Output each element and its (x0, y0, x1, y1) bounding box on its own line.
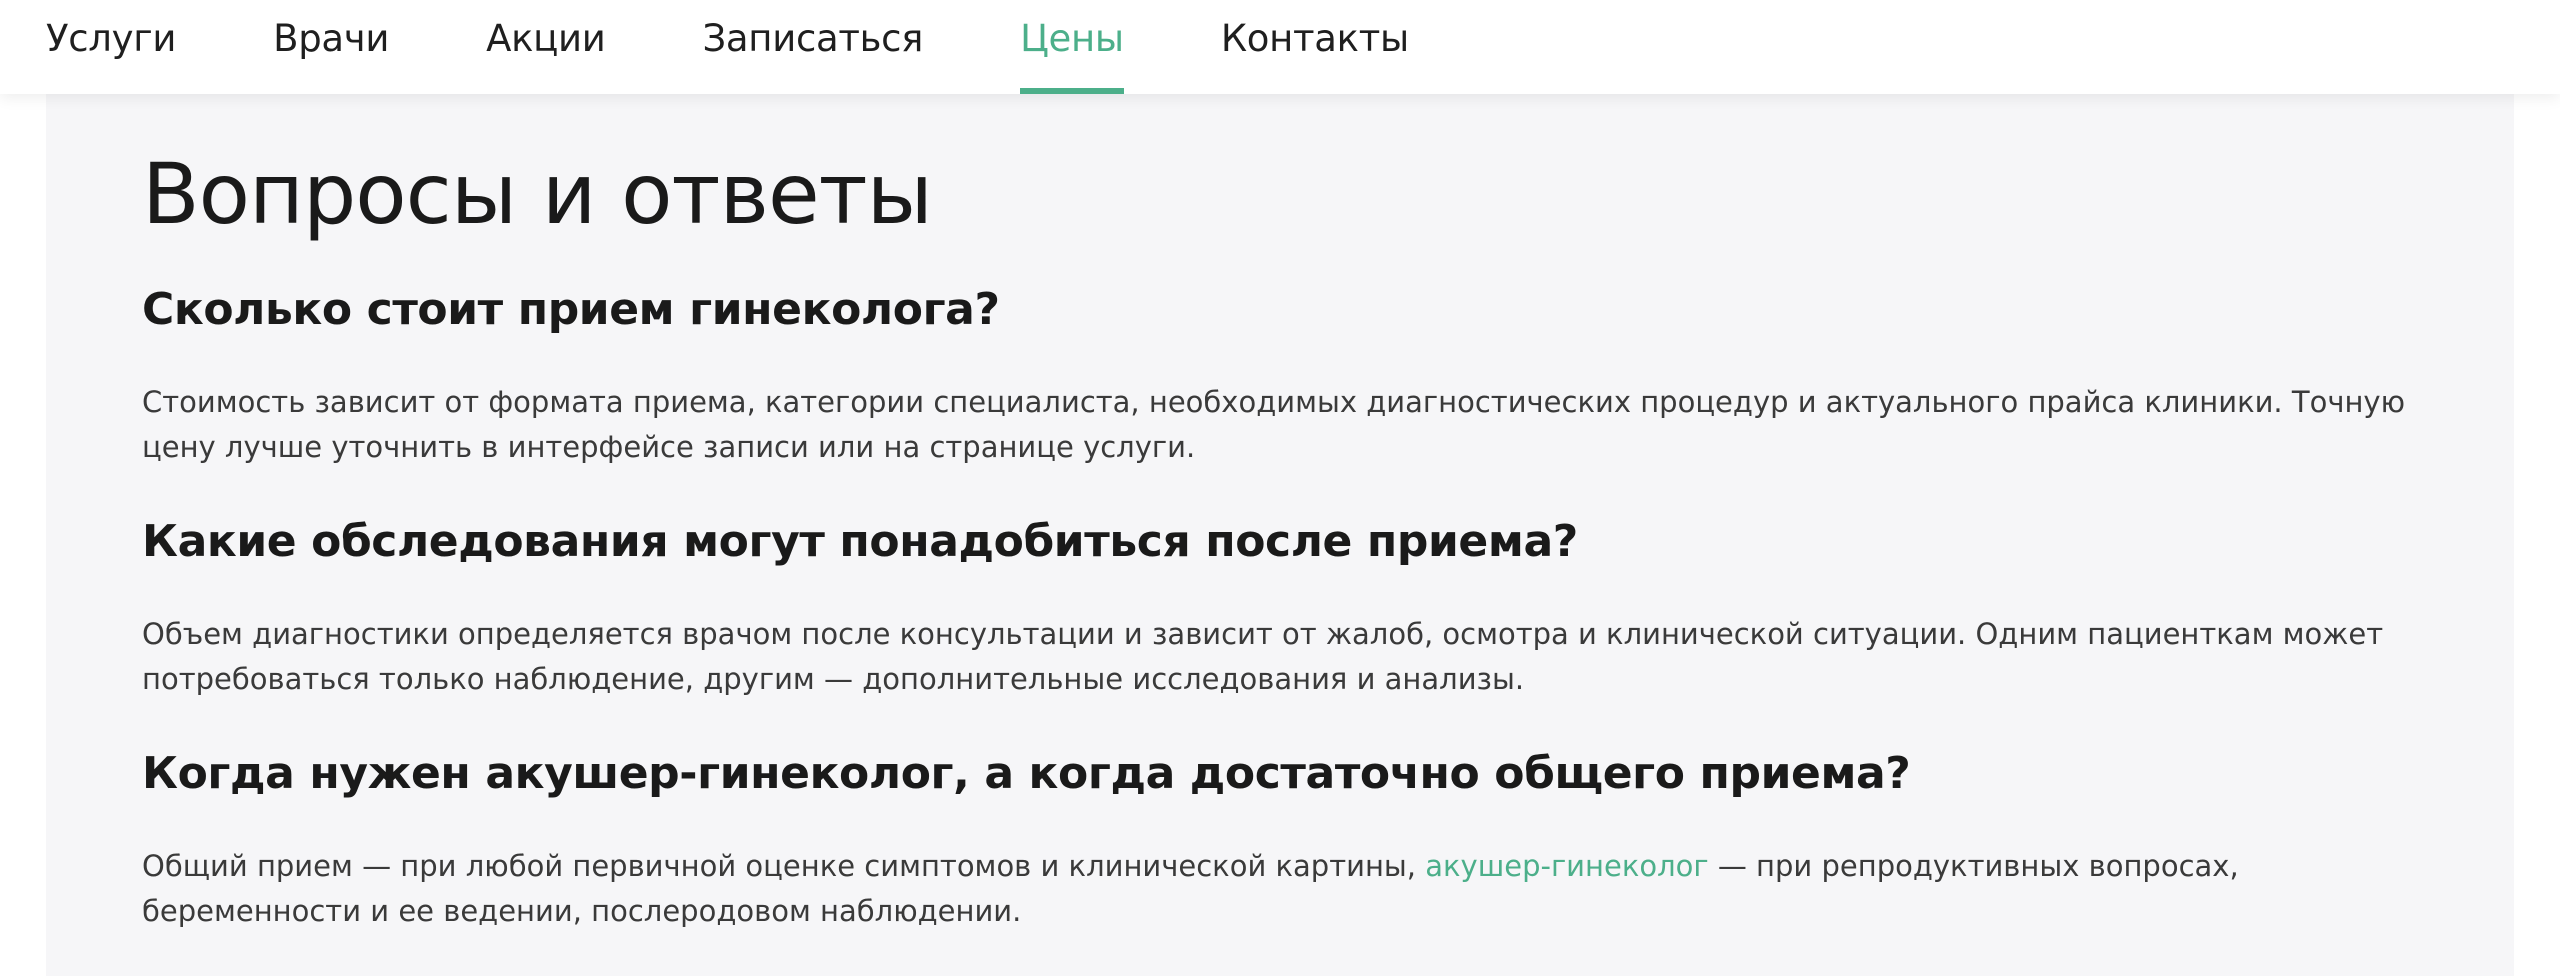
nav-item-book-appointment[interactable]: Записаться (703, 0, 924, 94)
nav-item-contacts[interactable]: Контакты (1221, 0, 1409, 94)
faq-answer-text: Общий прием — при любой первичной оценке… (142, 849, 1426, 883)
faq-container: Вопросы и ответы Сколько стоит прием гин… (142, 94, 2442, 934)
faq-item: Какие обследования могут понадобиться по… (142, 514, 2442, 702)
faq-question: Какие обследования могут понадобиться по… (142, 516, 1578, 567)
top-navigation: Услуги Врачи Акции Записаться Цены Конта… (0, 0, 2560, 94)
faq-question: Когда нужен акушер-гинеколог, а когда до… (142, 748, 1911, 799)
nav-item-doctors[interactable]: Врачи (273, 0, 389, 94)
faq-item: Когда нужен акушер-гинеколог, а когда до… (142, 746, 2442, 934)
obstetrician-gynecologist-link[interactable]: акушер-гинеколог (1425, 849, 1708, 883)
faq-answer: Стоимость зависит от формата приема, кат… (142, 385, 2405, 464)
faq-answer: Объем диагностики определяется врачом по… (142, 617, 2384, 696)
faq-answer: Общий прием — при любой первичной оценке… (142, 844, 2442, 934)
faq-question: Сколько стоит прием гинеколога? (142, 284, 1000, 335)
nav-item-prices[interactable]: Цены (1020, 0, 1124, 94)
faq-title: Вопросы и ответы (142, 145, 933, 243)
faq-section: Вопросы и ответы Сколько стоит прием гин… (46, 94, 2514, 976)
nav-menu: Услуги Врачи Акции Записаться Цены Конта… (0, 0, 2560, 94)
nav-item-promotions[interactable]: Акции (486, 0, 606, 94)
nav-item-services[interactable]: Услуги (46, 0, 176, 94)
faq-item: Сколько стоит прием гинеколога? Стоимост… (142, 282, 2442, 470)
